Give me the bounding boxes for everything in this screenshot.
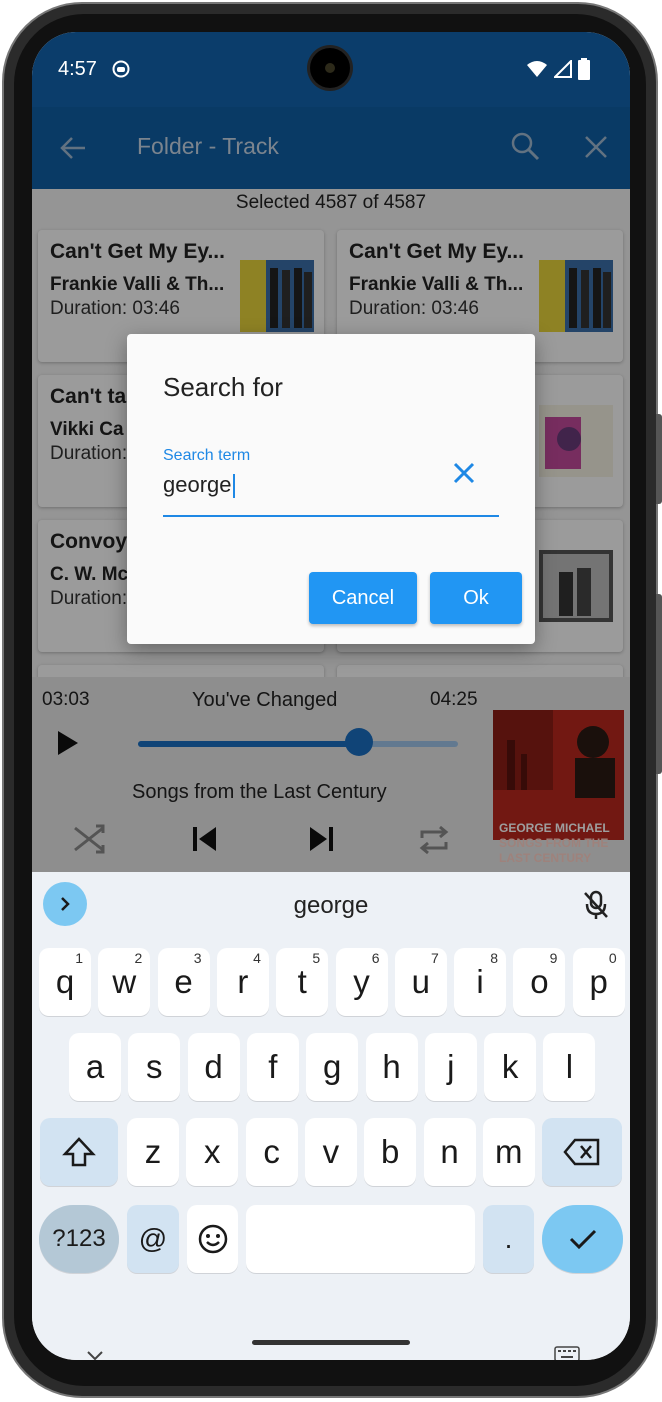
suggestion-strip: george — [32, 872, 630, 938]
search-input-underline — [163, 515, 499, 517]
key-w[interactable]: w2 — [98, 948, 151, 1016]
key-hint: 6 — [371, 950, 380, 966]
key-label: q — [55, 963, 75, 1000]
key-a[interactable]: a — [69, 1033, 121, 1101]
key-q[interactable]: q1 — [39, 948, 91, 1016]
key-label: r — [237, 963, 249, 1000]
key-y[interactable]: y6 — [335, 948, 388, 1016]
search-field-label: Search term — [163, 447, 251, 464]
backspace-icon — [563, 1138, 600, 1166]
key-m[interactable]: m — [482, 1118, 535, 1186]
key-hint: 8 — [490, 950, 499, 966]
key-hint: 3 — [193, 950, 202, 966]
key-j[interactable]: j — [424, 1033, 477, 1101]
key-hint: 1 — [75, 950, 83, 966]
key-label: i — [476, 963, 484, 1000]
key-x[interactable]: x — [186, 1118, 239, 1186]
clear-icon[interactable] — [451, 460, 477, 486]
key-label: u — [411, 963, 430, 1000]
key-hint: 2 — [134, 950, 143, 966]
shift-icon — [62, 1137, 96, 1167]
check-icon — [569, 1229, 596, 1250]
key-hint: 4 — [253, 950, 261, 966]
key-b[interactable]: b — [364, 1118, 417, 1186]
hide-keyboard-icon[interactable] — [86, 1350, 104, 1360]
key-i[interactable]: i8 — [454, 948, 507, 1016]
backspace-key[interactable] — [542, 1118, 622, 1186]
enter-key[interactable] — [542, 1205, 623, 1273]
key-label: t — [297, 963, 307, 1000]
search-dialog: Search for Search term george Cancel Ok — [127, 334, 535, 644]
dialog-title: Search for — [163, 372, 283, 402]
front-camera — [310, 48, 350, 88]
volume-button — [656, 594, 662, 774]
keyboard-switch-icon[interactable] — [554, 1346, 580, 1360]
search-input-value: george — [163, 472, 232, 497]
status-time: 4:57 — [58, 58, 97, 80]
key-hint: 5 — [312, 950, 321, 966]
key-u[interactable]: u7 — [394, 948, 447, 1016]
screen: 4:57 Folder - Track Selected 4587 of 458… — [32, 32, 630, 1360]
key-n[interactable]: n — [423, 1118, 476, 1186]
key-label: y — [353, 963, 370, 1000]
signal-icon — [554, 60, 572, 78]
key-e[interactable]: e3 — [157, 948, 210, 1016]
key-label: o — [530, 963, 549, 1000]
text-cursor — [232, 474, 235, 499]
key-f[interactable]: f — [246, 1033, 299, 1101]
symbols-key[interactable]: ?123 — [39, 1205, 119, 1273]
key-t[interactable]: t5 — [276, 948, 329, 1016]
gesture-nav-bar[interactable] — [252, 1340, 410, 1345]
key-v[interactable]: v — [304, 1118, 357, 1186]
period-key[interactable]: . — [483, 1205, 534, 1273]
key-label: e — [174, 963, 193, 1000]
key-label: p — [589, 963, 608, 1000]
key-g[interactable]: g — [306, 1033, 359, 1101]
key-hint: 9 — [549, 950, 558, 966]
battery-icon — [578, 58, 590, 80]
power-button — [656, 414, 662, 504]
key-c[interactable]: c — [245, 1118, 298, 1186]
at-key[interactable]: @ — [127, 1205, 179, 1273]
emoji-icon — [198, 1224, 227, 1254]
key-hint: 7 — [431, 950, 439, 966]
emoji-key[interactable] — [187, 1205, 238, 1273]
key-z[interactable]: z — [127, 1118, 179, 1186]
key-p[interactable]: p0 — [572, 948, 625, 1016]
space-key[interactable] — [246, 1205, 475, 1273]
mic-off-icon[interactable] — [582, 890, 610, 920]
shift-key[interactable] — [40, 1118, 118, 1186]
key-s[interactable]: s — [128, 1033, 181, 1101]
keyboard: george q1w2e3r4t5y6u7i8o9p0 asdfghjkl zx… — [32, 872, 630, 1360]
status-bar: 4:57 — [32, 32, 630, 107]
key-k[interactable]: k — [484, 1033, 537, 1101]
key-d[interactable]: d — [187, 1033, 240, 1101]
notification-icon — [112, 60, 130, 78]
suggestion-word[interactable]: george — [32, 892, 630, 920]
key-label: w — [112, 963, 137, 1000]
key-hint: 0 — [608, 950, 617, 966]
key-l[interactable]: l — [543, 1033, 596, 1101]
key-o[interactable]: o9 — [513, 948, 566, 1016]
cancel-button[interactable]: Cancel — [309, 572, 417, 624]
ok-button[interactable]: Ok — [430, 572, 522, 624]
key-h[interactable]: h — [365, 1033, 418, 1101]
search-input[interactable]: george — [163, 472, 235, 499]
key-r[interactable]: r4 — [216, 948, 269, 1016]
wifi-icon — [527, 61, 547, 77]
